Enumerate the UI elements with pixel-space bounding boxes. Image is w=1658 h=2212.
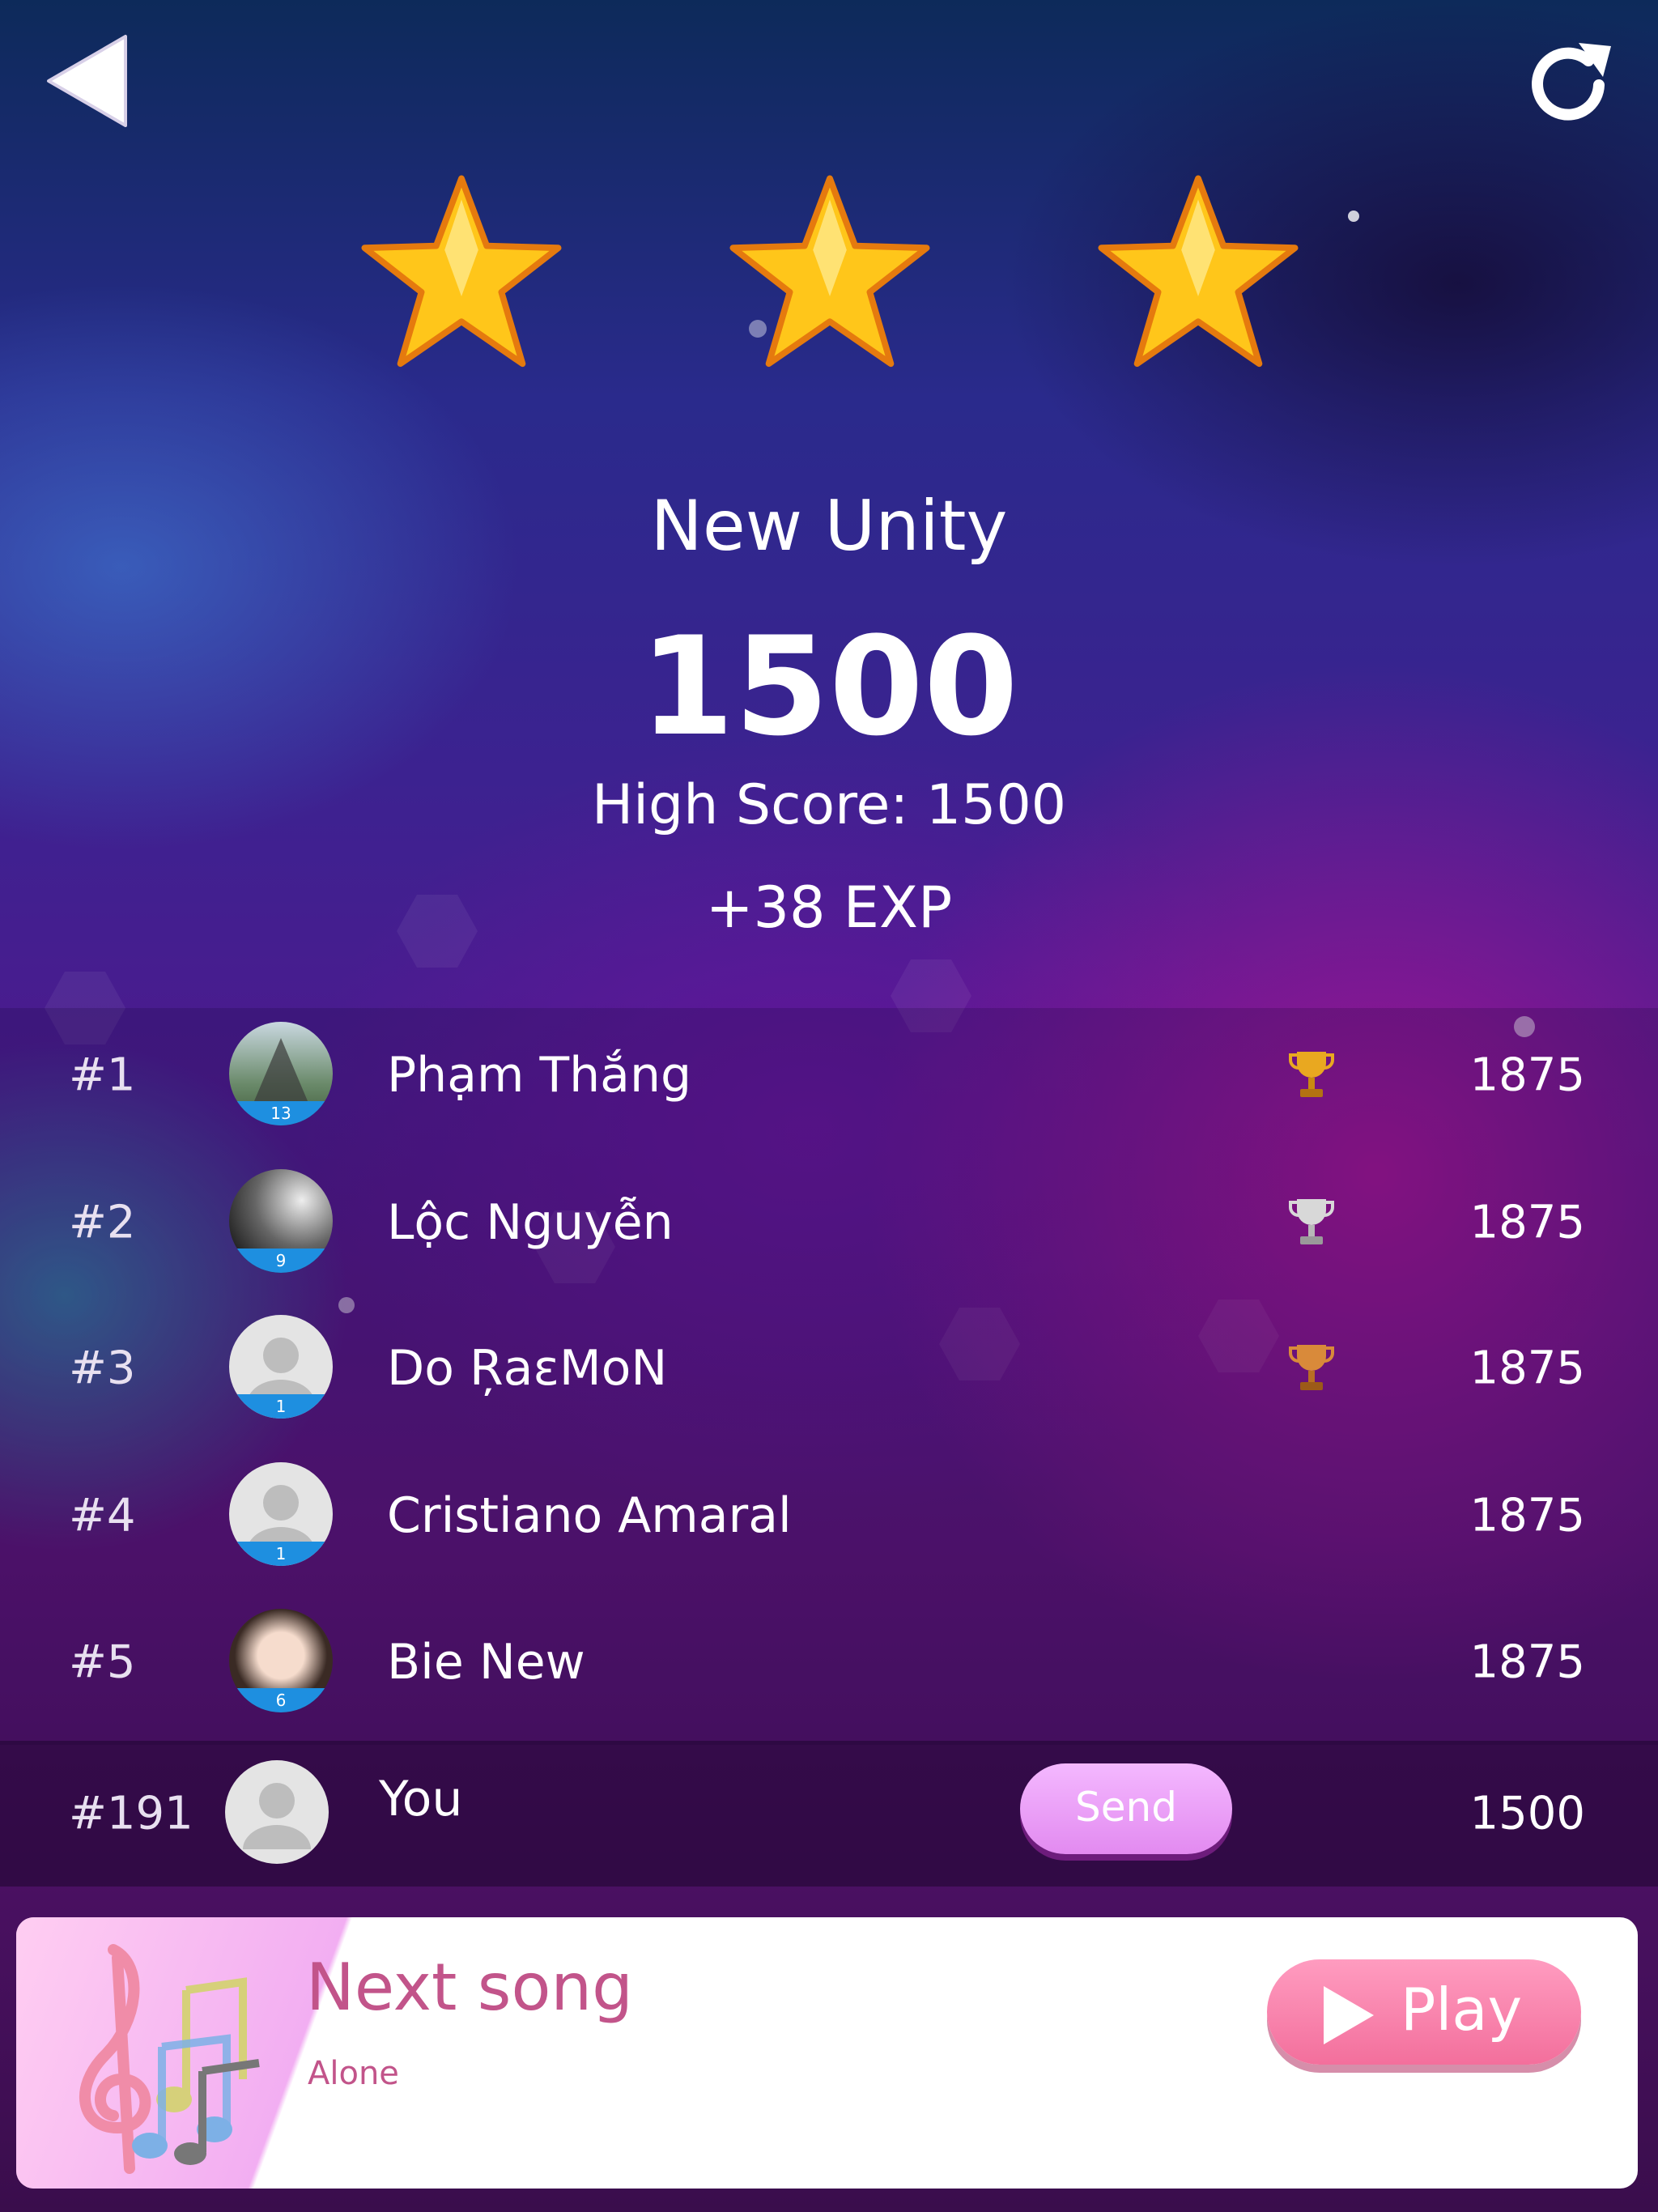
player-name: Do ŖaεMoN: [387, 1340, 668, 1397]
rank: #5: [69, 1636, 136, 1689]
avatar: 13: [229, 1022, 333, 1125]
star-icon: [725, 170, 935, 381]
level-badge: 1: [229, 1542, 333, 1566]
avatar: 9: [229, 1169, 333, 1273]
play-icon: [1324, 1986, 1374, 2044]
leaderboard-row[interactable]: #5 6 Bie New 1875: [0, 1589, 1658, 1735]
your-rank-row: #191 You Send 1500: [0, 1741, 1658, 1887]
send-button[interactable]: Send: [1020, 1763, 1232, 1854]
player-name: Bie New: [387, 1634, 585, 1691]
level-badge: 9: [229, 1249, 333, 1273]
rank: #2: [69, 1196, 136, 1249]
leaderboard-row[interactable]: #1 13 Phạm Thắng 1875: [0, 1002, 1658, 1148]
default-user-icon: [243, 1783, 311, 1849]
rank: #3: [69, 1342, 136, 1395]
reload-icon: [1532, 43, 1611, 121]
player-score: 1500: [1469, 1787, 1585, 1840]
gold-trophy-icon: [1289, 1052, 1334, 1097]
next-song-label: Next song: [306, 1950, 633, 2025]
song-title: New Unity: [650, 486, 1008, 567]
level-badge: 13: [229, 1101, 333, 1125]
player-name: Cristiano Amaral: [387, 1487, 792, 1544]
level-badge: 1: [229, 1394, 333, 1419]
rank: #191: [69, 1787, 193, 1840]
level-badge: 6: [229, 1688, 333, 1712]
leaderboard-row[interactable]: #3 1 Do ŖaεMoN 1875: [0, 1295, 1658, 1441]
next-song-title: Alone: [308, 2055, 399, 2092]
player-name: Lộc Nguyễn: [387, 1194, 674, 1251]
back-button[interactable]: [45, 32, 134, 130]
player-score: 1875: [1469, 1049, 1585, 1102]
avatar: 1: [229, 1462, 333, 1566]
avatar: 6: [229, 1609, 333, 1712]
back-triangle-icon: [47, 35, 127, 127]
player-name: Phạm Thắng: [387, 1047, 692, 1104]
player-score: 1875: [1469, 1489, 1585, 1542]
rank: #4: [69, 1489, 136, 1542]
reload-button[interactable]: [1522, 36, 1619, 134]
bg-sparkle: [1348, 211, 1359, 222]
play-label: Play: [1401, 1976, 1523, 2044]
player-score: 1875: [1469, 1636, 1585, 1689]
star-icon: [1093, 170, 1303, 381]
exp-gained: +38 EXP: [705, 874, 953, 941]
play-button[interactable]: Play: [1267, 1959, 1581, 2065]
star-icon: [356, 170, 567, 381]
leaderboard-row[interactable]: #2 9 Lộc Nguyễn 1875: [0, 1150, 1658, 1295]
bronze-trophy-icon: [1289, 1345, 1334, 1390]
rank: #1: [69, 1049, 136, 1102]
leaderboard-row[interactable]: #4 1 Cristiano Amaral 1875: [0, 1443, 1658, 1589]
score-value: 1500: [640, 607, 1018, 766]
player-score: 1875: [1469, 1196, 1585, 1249]
avatar: 1: [229, 1315, 333, 1419]
player-name: You: [379, 1771, 463, 1827]
high-score: High Score: 1500: [592, 773, 1066, 837]
silver-trophy-icon: [1289, 1199, 1334, 1244]
player-score: 1875: [1469, 1342, 1585, 1395]
avatar: [225, 1760, 329, 1864]
music-notes-icon: [79, 1944, 260, 2174]
next-song-panel[interactable]: Next song Alone Play: [16, 1917, 1638, 2189]
